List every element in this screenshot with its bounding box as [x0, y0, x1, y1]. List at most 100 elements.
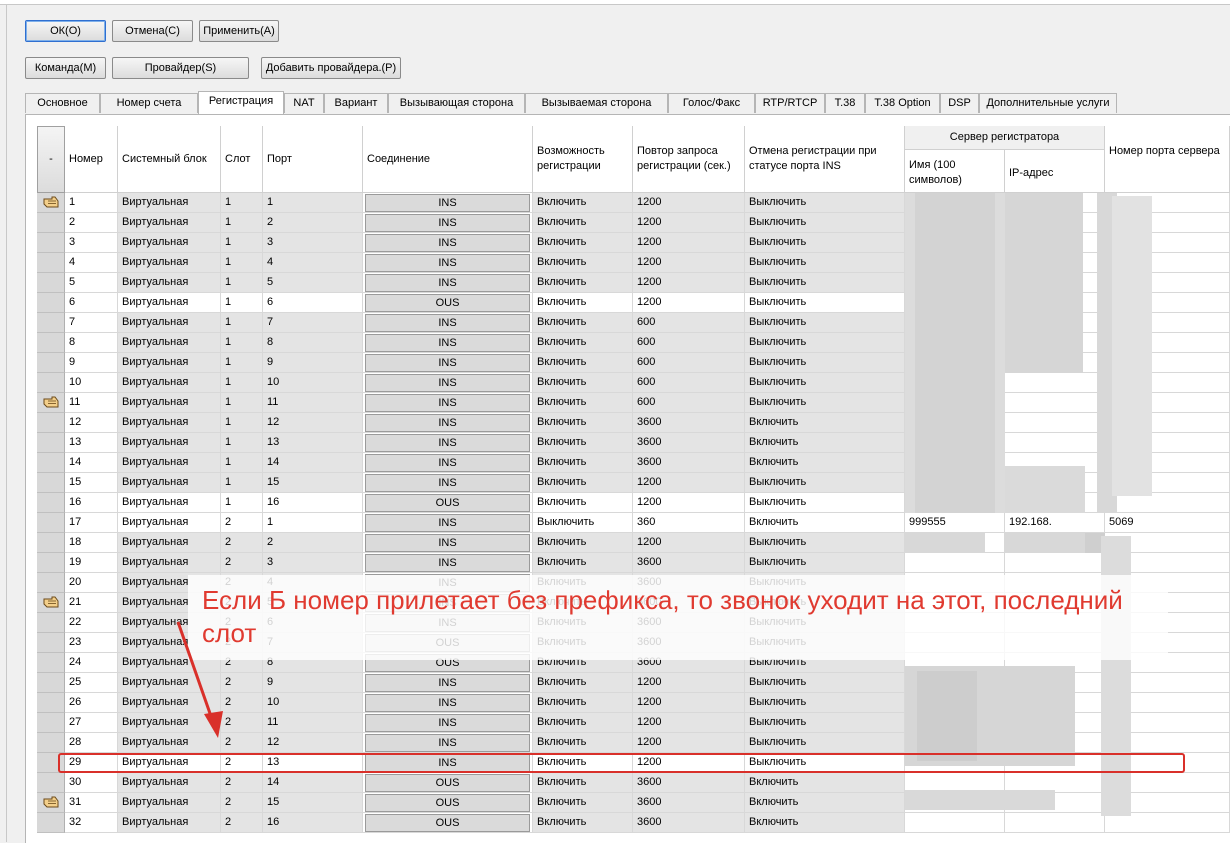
- row-selector[interactable]: [37, 593, 65, 613]
- cell-slot[interactable]: 1: [221, 393, 263, 413]
- cell-retry[interactable]: 1200: [633, 713, 745, 733]
- cell-system-block[interactable]: Виртуальная: [118, 233, 221, 253]
- row-selector[interactable]: [37, 693, 65, 713]
- cell-number[interactable]: 10: [65, 373, 118, 393]
- connection-status-button[interactable]: INS: [365, 214, 530, 232]
- cell-number[interactable]: 21: [65, 593, 118, 613]
- cancel-button[interactable]: Отмена(C): [112, 20, 193, 42]
- cell-number[interactable]: 23: [65, 633, 118, 653]
- cell-retry[interactable]: 1200: [633, 233, 745, 253]
- cell-cancel-registration[interactable]: Выключить: [745, 353, 905, 373]
- cell-registration[interactable]: Включить: [533, 213, 633, 233]
- cell-port[interactable]: 16: [263, 813, 363, 833]
- cell-cancel-registration[interactable]: Выключить: [745, 293, 905, 313]
- connection-status-button[interactable]: INS: [365, 414, 530, 432]
- cell-system-block[interactable]: Виртуальная: [118, 373, 221, 393]
- cell-registration[interactable]: Включить: [533, 393, 633, 413]
- cell-number[interactable]: 27: [65, 713, 118, 733]
- cell-number[interactable]: 28: [65, 733, 118, 753]
- row-selector[interactable]: [37, 633, 65, 653]
- cell-slot[interactable]: 1: [221, 233, 263, 253]
- cell-retry[interactable]: 1200: [633, 253, 745, 273]
- connection-status-button[interactable]: INS: [365, 334, 530, 352]
- cell-name[interactable]: [905, 813, 1005, 833]
- connection-status-button[interactable]: OUS: [365, 814, 530, 832]
- cell-system-block[interactable]: Виртуальная: [118, 553, 221, 573]
- cell-system-block[interactable]: Виртуальная: [118, 793, 221, 813]
- cell-server-port[interactable]: 5069: [1105, 513, 1230, 533]
- cell-number[interactable]: 25: [65, 673, 118, 693]
- row-selector[interactable]: [37, 333, 65, 353]
- command-button[interactable]: Команда(M): [25, 57, 106, 79]
- cell-cancel-registration[interactable]: Выключить: [745, 253, 905, 273]
- cell-system-block[interactable]: Виртуальная: [118, 393, 221, 413]
- cell-registration[interactable]: Включить: [533, 713, 633, 733]
- cell-number[interactable]: 2: [65, 213, 118, 233]
- cell-ip[interactable]: [1005, 413, 1105, 433]
- cell-number[interactable]: 13: [65, 433, 118, 453]
- cell-port[interactable]: 3: [263, 553, 363, 573]
- cell-cancel-registration[interactable]: Выключить: [745, 473, 905, 493]
- table-row[interactable]: 11 Виртуальная 1 11 INS Включить 600 Выключить: [37, 393, 1230, 413]
- cell-registration[interactable]: Включить: [533, 733, 633, 753]
- tab-7[interactable]: Вызываемая сторона: [525, 93, 668, 113]
- cell-cancel-registration[interactable]: Выключить: [745, 733, 905, 753]
- connection-status-button[interactable]: OUS: [365, 294, 530, 312]
- cell-number[interactable]: 6: [65, 293, 118, 313]
- cell-cancel-registration[interactable]: Выключить: [745, 713, 905, 733]
- tab-4[interactable]: NAT: [284, 93, 324, 113]
- cell-retry[interactable]: 600: [633, 333, 745, 353]
- cell-system-block[interactable]: Виртуальная: [118, 453, 221, 473]
- cell-system-block[interactable]: Виртуальная: [118, 773, 221, 793]
- cell-cancel-registration[interactable]: Выключить: [745, 673, 905, 693]
- table-row[interactable]: 10 Виртуальная 1 10 INS Включить 600 Выключить: [37, 373, 1230, 393]
- cell-registration[interactable]: Включить: [533, 793, 633, 813]
- cell-registration[interactable]: Включить: [533, 293, 633, 313]
- cell-retry[interactable]: 1200: [633, 213, 745, 233]
- cell-retry[interactable]: 1200: [633, 493, 745, 513]
- connection-status-button[interactable]: INS: [365, 734, 530, 752]
- tab-9[interactable]: RTP/RTCP: [755, 93, 825, 113]
- cell-retry[interactable]: 1200: [633, 693, 745, 713]
- row-selector[interactable]: [37, 673, 65, 693]
- connection-status-button[interactable]: INS: [365, 674, 530, 692]
- cell-name[interactable]: 999555: [905, 513, 1005, 533]
- cell-cancel-registration[interactable]: Включить: [745, 813, 905, 833]
- row-selector[interactable]: [37, 313, 65, 333]
- cell-retry[interactable]: 600: [633, 393, 745, 413]
- cell-registration[interactable]: Включить: [533, 473, 633, 493]
- connection-status-button[interactable]: INS: [365, 454, 530, 472]
- cell-number[interactable]: 5: [65, 273, 118, 293]
- connection-status-button[interactable]: INS: [365, 534, 530, 552]
- cell-slot[interactable]: 1: [221, 433, 263, 453]
- row-selector[interactable]: [37, 713, 65, 733]
- tab-6[interactable]: Вызывающая сторона: [388, 93, 525, 113]
- tab-13[interactable]: Дополнительные услуги: [979, 93, 1117, 113]
- connection-status-button[interactable]: OUS: [365, 774, 530, 792]
- row-selector[interactable]: [37, 373, 65, 393]
- cell-retry[interactable]: 600: [633, 353, 745, 373]
- cell-system-block[interactable]: Виртуальная: [118, 473, 221, 493]
- cell-registration[interactable]: Включить: [533, 413, 633, 433]
- cell-system-block[interactable]: Виртуальная: [118, 493, 221, 513]
- cell-cancel-registration[interactable]: Выключить: [745, 373, 905, 393]
- cell-port[interactable]: 12: [263, 413, 363, 433]
- cell-system-block[interactable]: Виртуальная: [118, 433, 221, 453]
- row-selector[interactable]: [37, 513, 65, 533]
- row-selector[interactable]: [37, 533, 65, 553]
- cell-slot[interactable]: 1: [221, 453, 263, 473]
- cell-system-block[interactable]: Виртуальная: [118, 353, 221, 373]
- cell-number[interactable]: 19: [65, 553, 118, 573]
- table-row[interactable]: 19 Виртуальная 2 3 INS Включить 3600 Выключить: [37, 553, 1230, 573]
- connection-status-button[interactable]: INS: [365, 234, 530, 252]
- cell-cancel-registration[interactable]: Включить: [745, 413, 905, 433]
- cell-retry[interactable]: 3600: [633, 553, 745, 573]
- cell-slot[interactable]: 1: [221, 353, 263, 373]
- cell-slot[interactable]: 1: [221, 253, 263, 273]
- cell-retry[interactable]: 1200: [633, 293, 745, 313]
- cell-port[interactable]: 12: [263, 733, 363, 753]
- row-selector[interactable]: [37, 733, 65, 753]
- row-selector[interactable]: [37, 493, 65, 513]
- row-selector[interactable]: [37, 393, 65, 413]
- row-selector[interactable]: [37, 193, 65, 213]
